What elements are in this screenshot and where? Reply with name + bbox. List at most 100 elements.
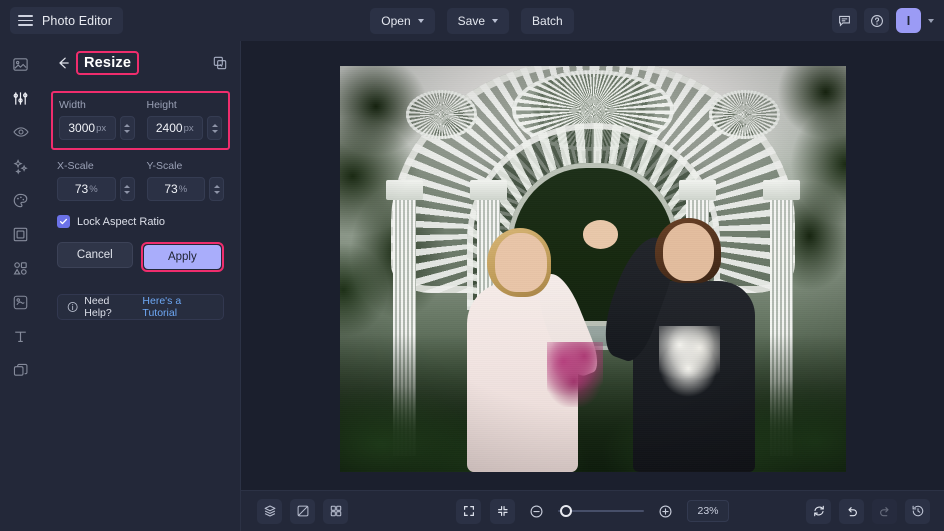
need-help-banner[interactable]: Need Help? Here's a Tutorial xyxy=(57,294,224,320)
sidebar-item-effects[interactable] xyxy=(7,155,35,177)
sidebar-item-image[interactable] xyxy=(7,53,35,75)
tutorial-link[interactable]: Here's a Tutorial xyxy=(142,295,214,319)
photo-medallion-right xyxy=(709,90,780,139)
sidebar-item-frame[interactable] xyxy=(7,223,35,245)
account-chevron-down-icon[interactable] xyxy=(928,19,934,23)
scale-group: X-Scale 73 % Y xyxy=(55,160,226,201)
back-arrow-icon[interactable] xyxy=(55,55,71,71)
reset-button[interactable] xyxy=(806,499,831,524)
open-button[interactable]: Open xyxy=(370,8,434,34)
zoom-level-value[interactable]: 23% xyxy=(687,500,729,522)
photo-editor-window: Photo Editor Open Save Batch xyxy=(0,0,944,531)
feedback-button[interactable] xyxy=(832,8,857,33)
apply-button[interactable]: Apply xyxy=(144,245,221,269)
y-scale-input-row: 73 % xyxy=(147,177,225,201)
scale-fields: X-Scale 73 % Y xyxy=(57,160,224,201)
zoom-in-button[interactable] xyxy=(653,499,678,524)
height-input-row: 2400 px xyxy=(147,116,223,140)
lock-aspect-ratio-label: Lock Aspect Ratio xyxy=(77,216,165,228)
duplicate-icon[interactable] xyxy=(212,55,228,71)
chevron-up-icon xyxy=(124,185,130,188)
question-circle-icon xyxy=(870,14,884,28)
width-stepper[interactable] xyxy=(120,116,135,140)
lock-aspect-ratio-checkbox[interactable] xyxy=(57,215,70,228)
hamburger-icon xyxy=(18,15,33,26)
info-icon xyxy=(67,301,78,313)
redo-button[interactable] xyxy=(872,499,897,524)
fullscreen-button[interactable] xyxy=(456,499,481,524)
zoom-out-icon xyxy=(529,504,544,519)
sidebar-item-color[interactable] xyxy=(7,189,35,211)
y-scale-input[interactable]: 73 % xyxy=(147,177,206,201)
layers-icon xyxy=(12,362,29,379)
dimensions-fields: Width 3000 px xyxy=(59,99,222,140)
chevron-down-icon xyxy=(212,130,218,133)
y-scale-value: 73 xyxy=(164,182,177,196)
photo-white-bouquet xyxy=(659,326,720,399)
zoom-out-button[interactable] xyxy=(524,499,549,524)
sidebar-item-text[interactable] xyxy=(7,325,35,347)
resize-panel: Resize Width 3000 px xyxy=(41,41,241,531)
photo-column-cap-3 xyxy=(679,180,716,200)
fit-screen-button[interactable] xyxy=(490,499,515,524)
fit-screen-icon xyxy=(496,504,510,518)
transparency-icon xyxy=(296,504,310,518)
layers-icon xyxy=(263,504,277,518)
chevron-down-icon xyxy=(124,130,130,133)
photo-column-cap-1 xyxy=(386,180,423,200)
transparency-button[interactable] xyxy=(290,499,315,524)
photo-column-cap-2 xyxy=(470,180,507,200)
chevron-up-icon xyxy=(212,124,218,127)
undo-icon xyxy=(845,504,859,518)
file-actions-group: Open Save Batch xyxy=(0,0,944,41)
y-scale-stepper[interactable] xyxy=(209,177,224,201)
x-scale-value: 73 xyxy=(75,182,88,196)
sidebar-item-layers[interactable] xyxy=(7,359,35,381)
sidebar-item-retouch[interactable] xyxy=(7,121,35,143)
photo-pink-bouquet xyxy=(547,342,603,407)
check-icon xyxy=(59,217,68,226)
grid-button[interactable] xyxy=(323,499,348,524)
avatar-initial: I xyxy=(907,14,910,28)
app-menu-button[interactable]: Photo Editor xyxy=(10,7,123,34)
undo-button[interactable] xyxy=(839,499,864,524)
history-button[interactable] xyxy=(905,499,930,524)
save-label: Save xyxy=(458,14,485,28)
sidebar-item-adjust[interactable] xyxy=(7,87,35,109)
batch-button[interactable]: Batch xyxy=(521,8,574,34)
cancel-button[interactable]: Cancel xyxy=(57,242,133,268)
bottom-left-tools xyxy=(257,499,348,524)
grid-icon xyxy=(329,504,343,518)
lock-aspect-ratio-row[interactable]: Lock Aspect Ratio xyxy=(55,215,226,228)
x-scale-stepper[interactable] xyxy=(120,177,135,201)
chevron-down-icon xyxy=(492,19,498,23)
photo-canvas[interactable] xyxy=(340,66,846,472)
x-scale-input[interactable]: 73 % xyxy=(57,177,116,201)
redo-icon xyxy=(878,504,892,518)
height-input[interactable]: 2400 px xyxy=(147,116,204,140)
avatar[interactable]: I xyxy=(896,8,921,33)
width-input[interactable]: 3000 px xyxy=(59,116,116,140)
height-label: Height xyxy=(147,99,223,111)
page-title: Resize xyxy=(78,53,137,73)
sidebar-item-shapes[interactable] xyxy=(7,257,35,279)
help-button[interactable] xyxy=(864,8,889,33)
adjust-icon xyxy=(12,90,29,107)
zoom-slider[interactable] xyxy=(558,504,644,518)
y-scale-unit: % xyxy=(179,184,187,195)
layers-button[interactable] xyxy=(257,499,282,524)
panel-body: Width 3000 px xyxy=(41,91,240,320)
retouch-icon xyxy=(12,123,30,141)
chevron-up-icon xyxy=(214,185,220,188)
sidebar-item-elements[interactable] xyxy=(7,291,35,313)
save-button[interactable]: Save xyxy=(447,8,509,34)
shapes-icon xyxy=(12,260,29,277)
reset-icon xyxy=(812,504,826,518)
canvas-area[interactable] xyxy=(241,41,944,490)
x-scale-input-row: 73 % xyxy=(57,177,135,201)
width-value: 3000 xyxy=(68,121,95,135)
zoom-slider-handle[interactable] xyxy=(560,505,572,517)
panel-title-highlight: Resize xyxy=(78,53,137,73)
dimensions-group-highlight: Width 3000 px xyxy=(51,91,230,150)
height-stepper[interactable] xyxy=(207,116,222,140)
